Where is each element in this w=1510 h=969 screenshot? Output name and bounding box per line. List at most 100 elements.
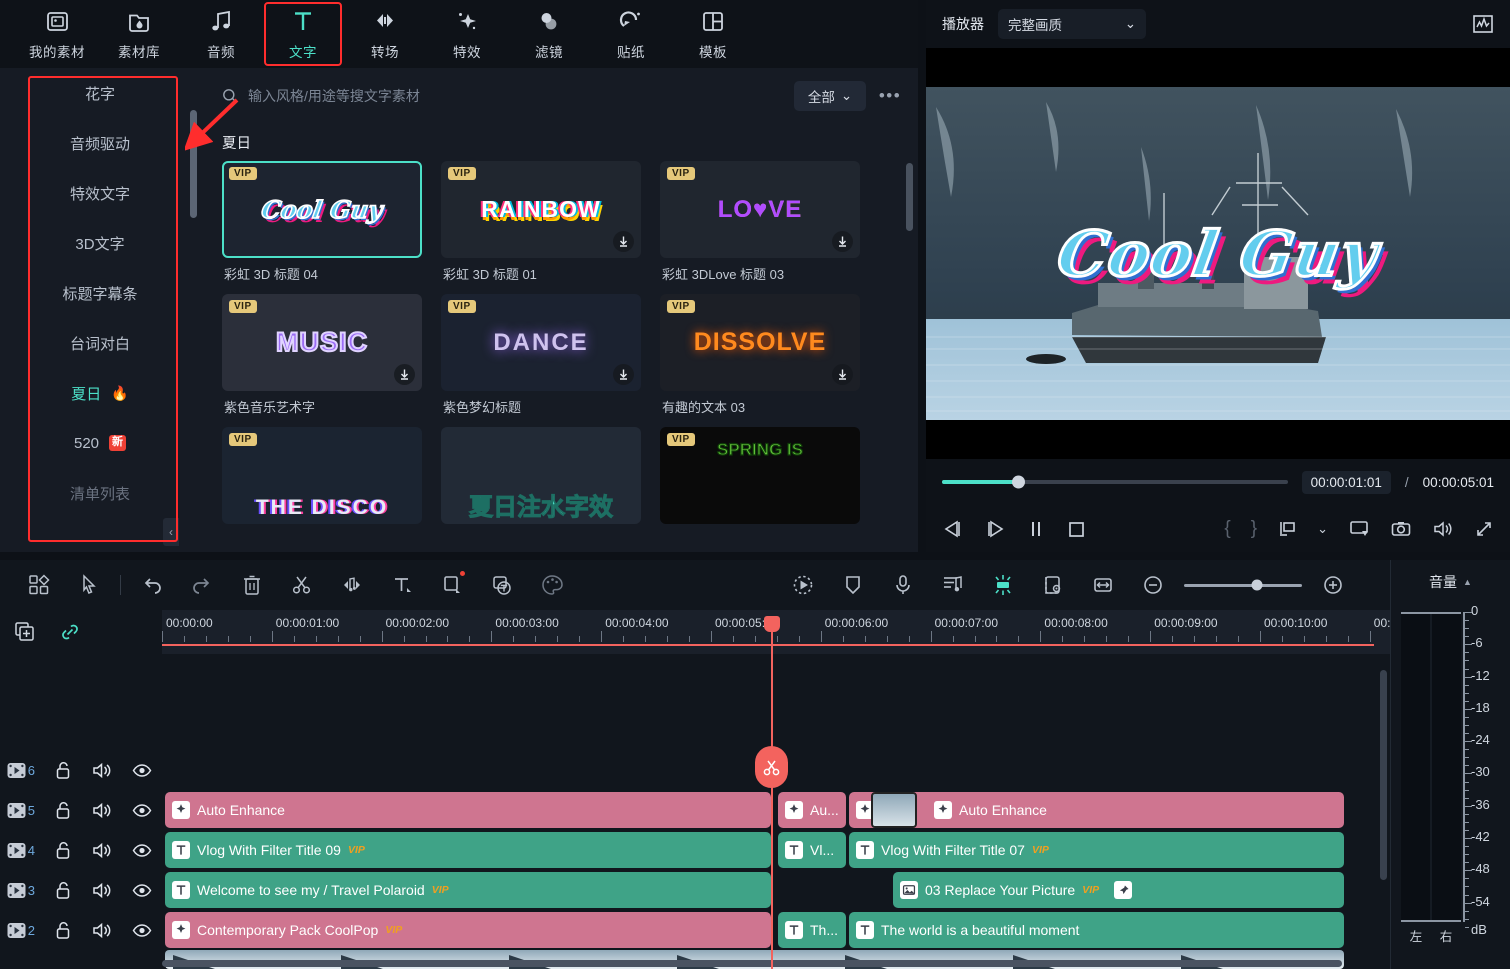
sidebar-item-1[interactable]: 花字 [0, 68, 200, 118]
timeline-clip[interactable]: Welcome to see my / Travel Polaroid VIP [165, 872, 771, 908]
timeline-clip[interactable]: Au... [778, 792, 846, 828]
add-track-icon[interactable] [14, 621, 36, 643]
download-icon[interactable] [394, 364, 415, 385]
preset-thumbnail[interactable]: LO♥VE VIP [660, 161, 860, 258]
download-icon[interactable] [613, 364, 634, 385]
track-mute-icon[interactable] [83, 841, 123, 860]
track-lock-icon[interactable] [43, 881, 83, 900]
preset-thumbnail[interactable]: SPRING IS VIP [660, 427, 860, 524]
timeline-clip[interactable]: Auto Enhance [165, 792, 771, 828]
split-at-playhead-button[interactable] [755, 746, 788, 788]
sidebar-item-5[interactable]: 标题字幕条 [0, 268, 200, 318]
nav-item-1[interactable]: 我的素材 [18, 2, 96, 66]
download-icon[interactable] [832, 364, 853, 385]
sidebar-collapse-button[interactable]: ‹ [163, 518, 179, 546]
delete-trash-icon[interactable] [227, 567, 277, 603]
preset-item-8[interactable]: 夏日注水字效 [441, 427, 641, 524]
preset-item-3[interactable]: LO♥VE VIP 彩虹 3DLove 标题 03 [660, 161, 860, 283]
sidebar-item-7[interactable]: 夏日 🔥 [0, 368, 200, 418]
preset-thumbnail[interactable]: THE DISCO VIP [222, 427, 422, 524]
timeline-clip[interactable]: Contemporary Pack CoolPop VIP [165, 912, 771, 948]
nav-item-7[interactable]: 滤镜 [510, 2, 588, 66]
playhead[interactable] [755, 616, 788, 969]
nav-item-8[interactable]: 贴纸 [592, 2, 670, 66]
track-mute-icon[interactable] [83, 761, 123, 780]
color-palette-icon[interactable] [527, 567, 577, 603]
fullscreen-button[interactable] [1474, 519, 1494, 539]
more-options-button[interactable]: ••• [876, 86, 904, 106]
nav-item-5[interactable]: 转场 [346, 2, 424, 66]
track-visibility-icon[interactable] [122, 761, 162, 780]
meter-header[interactable]: 音量 ▲ [1391, 560, 1510, 604]
sidebar-item-9[interactable]: 清单列表 [0, 468, 200, 518]
library-scrollbar[interactable] [906, 163, 913, 231]
preset-thumbnail[interactable]: DANCE VIP [441, 294, 641, 391]
aspect-ratio-button[interactable] [1277, 519, 1297, 539]
stop-button[interactable] [1066, 519, 1086, 539]
mark-in-button[interactable]: { [1224, 518, 1230, 540]
scope-button[interactable] [1472, 13, 1494, 35]
preset-thumbnail[interactable]: MUSIC VIP [222, 294, 422, 391]
layout-grid-icon[interactable] [14, 567, 64, 603]
record-mic-icon[interactable] [878, 567, 928, 603]
split-scissors-icon[interactable] [277, 567, 327, 603]
preset-item-9[interactable]: SPRING IS VIP [660, 427, 860, 524]
link-chain-icon[interactable] [58, 621, 82, 643]
search-input[interactable]: 输入风格/用途等搜文字素材 [222, 86, 784, 106]
sidebar-item-2[interactable]: 音频驱动 [0, 118, 200, 168]
nav-item-4[interactable]: 文字 [264, 2, 342, 66]
track-mute-icon[interactable] [83, 921, 123, 940]
keyframe-icon[interactable] [978, 567, 1028, 603]
track-visibility-icon[interactable] [122, 801, 162, 820]
seek-slider[interactable] [942, 475, 1288, 489]
filter-select[interactable]: 全部 ⌄ [794, 81, 866, 111]
marker-icon[interactable] [828, 567, 878, 603]
preset-item-6[interactable]: DISSOLVE VIP 有趣的文本 03 [660, 294, 860, 416]
speed-ramp-icon[interactable] [1028, 567, 1078, 603]
download-icon[interactable] [832, 231, 853, 252]
quality-select[interactable]: 完整画质 ⌄ [998, 9, 1146, 39]
nav-item-2[interactable]: 素材库 [100, 2, 178, 66]
sidebar-scrollbar[interactable] [190, 110, 197, 218]
track-visibility-icon[interactable] [122, 921, 162, 940]
track-visibility-icon[interactable] [122, 841, 162, 860]
aspect-chevron-button[interactable]: ⌄ [1317, 521, 1328, 537]
preset-item-2[interactable]: RAINBOW VIP 彩虹 3D 标题 01 [441, 161, 641, 283]
track-mute-icon[interactable] [83, 881, 123, 900]
undo-icon[interactable] [127, 567, 177, 603]
mark-out-button[interactable]: } [1251, 518, 1257, 540]
preset-thumbnail[interactable]: Cool Guy VIP [222, 161, 422, 258]
preset-item-4[interactable]: MUSIC VIP 紫色音乐艺术字 [222, 294, 422, 416]
pause-button[interactable] [1026, 519, 1046, 539]
nav-item-9[interactable]: 模板 [674, 2, 752, 66]
display-button[interactable] [1348, 519, 1370, 539]
volume-button[interactable] [1432, 519, 1454, 539]
timeline-clip[interactable]: Vl... [778, 832, 846, 868]
zoom-slider[interactable] [1184, 579, 1302, 591]
audio-detach-icon[interactable] [327, 567, 377, 603]
track-lock-icon[interactable] [43, 761, 83, 780]
sidebar-item-8[interactable]: 520 新 [0, 418, 200, 468]
sidebar-item-3[interactable]: 特效文字 [0, 168, 200, 218]
cursor-select-icon[interactable] [64, 567, 114, 603]
sidebar-item-4[interactable]: 3D文字 [0, 218, 200, 268]
nav-item-3[interactable]: 音频 [182, 2, 260, 66]
add-text-icon[interactable] [377, 567, 427, 603]
preset-item-7[interactable]: THE DISCO VIP [222, 427, 422, 524]
timeline-clip[interactable]: Th... [778, 912, 846, 948]
track-mute-icon[interactable] [83, 801, 123, 820]
playhead-handle[interactable] [764, 616, 780, 632]
crop-icon[interactable] [427, 567, 477, 603]
track-lock-icon[interactable] [43, 841, 83, 860]
preset-item-5[interactable]: DANCE VIP 紫色梦幻标题 [441, 294, 641, 416]
timeline-clip[interactable]: Auto Enhance [849, 792, 1344, 828]
auto-reframe-icon[interactable] [778, 567, 828, 603]
snapshot-button[interactable] [1390, 519, 1412, 539]
zoom-out-icon[interactable] [1128, 567, 1178, 603]
beat-detect-icon[interactable] [928, 567, 978, 603]
zoom-in-icon[interactable] [1308, 567, 1358, 603]
track-lock-icon[interactable] [43, 801, 83, 820]
timeline-horizontal-scrollbar[interactable] [162, 960, 1342, 967]
timeline-clip[interactable]: Vlog With Filter Title 09 VIP [165, 832, 771, 868]
timeline-clip[interactable]: The world is a beautiful moment [849, 912, 1344, 948]
